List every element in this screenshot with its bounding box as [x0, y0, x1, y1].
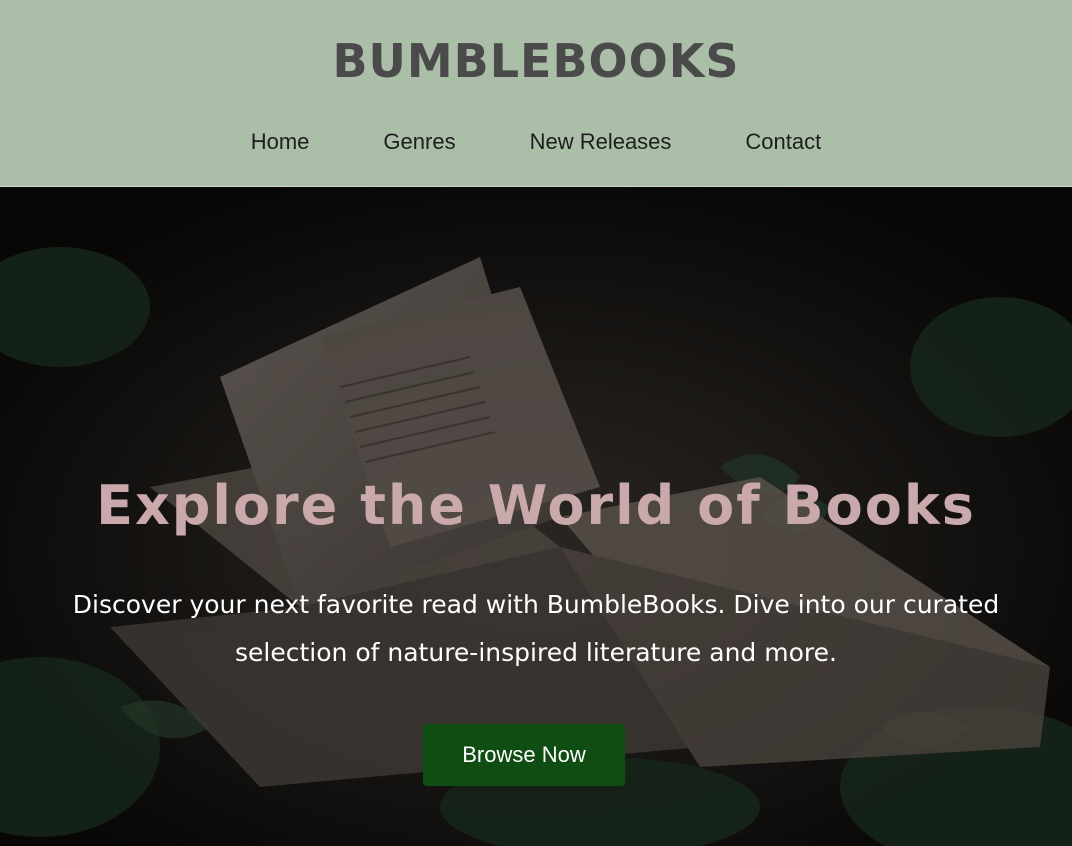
main-nav: Home Genres New Releases Contact — [0, 126, 1072, 158]
hero-title: Explore the World of Books — [96, 474, 976, 537]
hero-section: Explore the World of Books Discover your… — [0, 187, 1072, 846]
brand-logo-text[interactable]: BUMBLEBOOKS — [0, 30, 1072, 92]
nav-link-home[interactable]: Home — [214, 126, 347, 158]
nav-link-contact[interactable]: Contact — [708, 126, 858, 158]
nav-link-genres[interactable]: Genres — [346, 126, 492, 158]
hero-description: Discover your next favorite read with Bu… — [72, 590, 1000, 667]
site-header: BUMBLEBOOKS Home Genres New Releases Con… — [0, 0, 1072, 187]
browse-now-button[interactable]: Browse Now — [423, 724, 625, 786]
nav-link-new-releases[interactable]: New Releases — [493, 126, 709, 158]
